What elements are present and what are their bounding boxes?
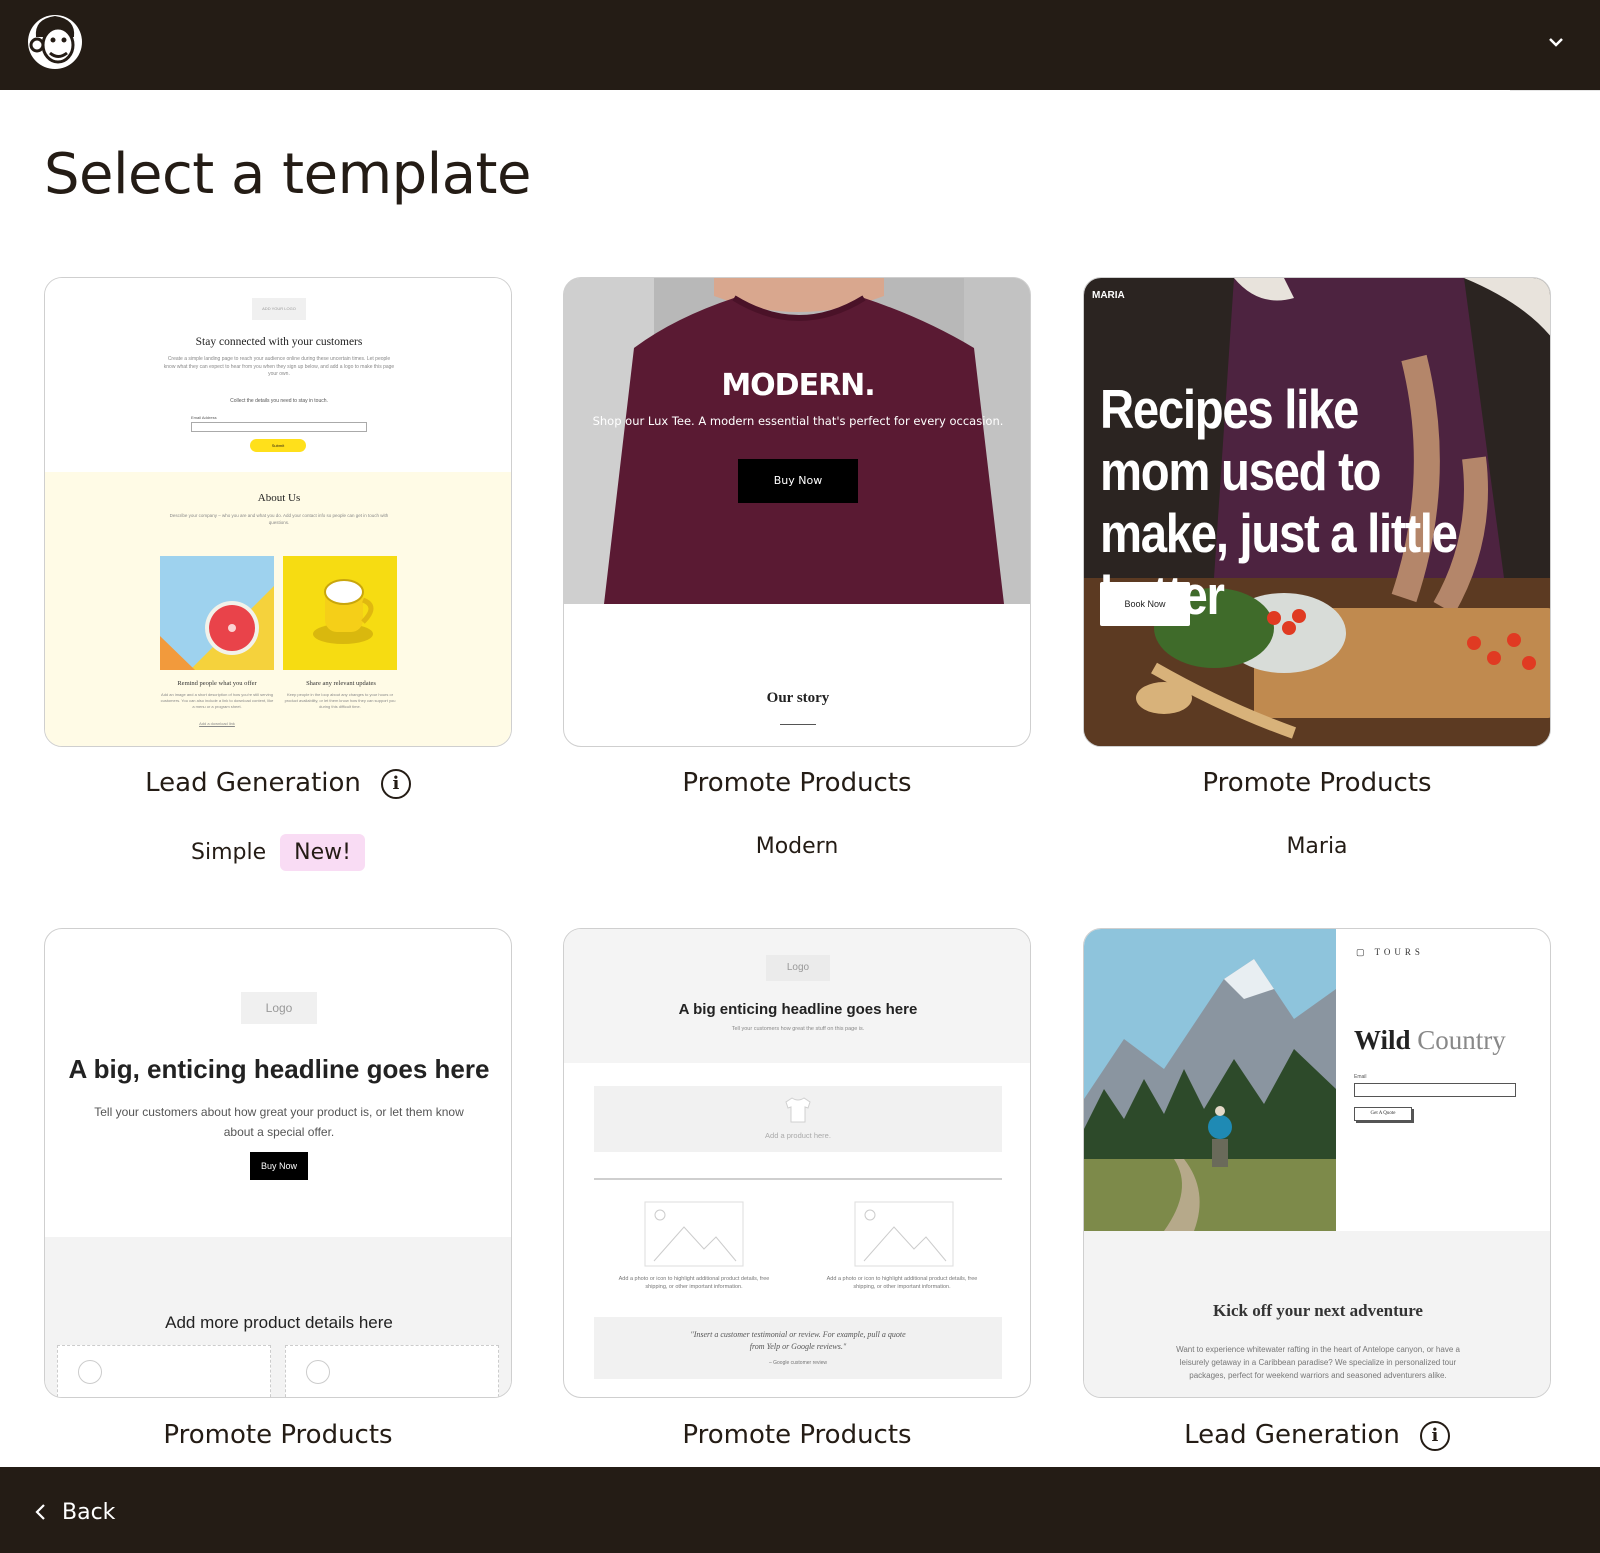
preview-subheadline: Tell your customers how great the stuff … (731, 1026, 865, 1032)
preview-subheadline: Tell your customers about how great your… (94, 1105, 464, 1139)
template-category: Lead Generation i (44, 768, 512, 799)
divider (780, 724, 816, 725)
chevron-down-icon[interactable] (1545, 31, 1567, 53)
divider (594, 1178, 1002, 1180)
new-badge: New! (280, 834, 365, 871)
preview-logo-placeholder: ADD YOUR LOGO (252, 298, 306, 320)
preview-heading: Kick off your next adventure (1213, 1301, 1423, 1320)
footer-bar (0, 1467, 1600, 1553)
page-title: Select a template (44, 142, 531, 207)
template-category: Promote Products (1202, 768, 1432, 798)
preview-header-section: Logo A big enticing headline goes here T… (564, 929, 1030, 1063)
preview-about-section: About Us Describe your company – who you… (45, 472, 511, 746)
template-category-label: Lead Generation (145, 768, 361, 798)
preview-title: Wild Country (1354, 1025, 1506, 1055)
template-category-label: Lead Generation (1184, 1420, 1400, 1450)
preview-col1-link: Add a download link (199, 721, 235, 726)
preview-email-field (1354, 1083, 1516, 1097)
preview-brand: MARIA (1092, 290, 1125, 301)
preview-body: Want to experience whitewater rafting in… (1176, 1345, 1460, 1380)
preview-details-section: Kick off your next adventure Want to exp… (1084, 1231, 1550, 1397)
template-name: Simple (191, 840, 267, 865)
template-name: Maria (1286, 834, 1348, 859)
preview-email-label: Email (1354, 1074, 1367, 1080)
preview-column-text: Add a photo or icon to highlight additio… (618, 1276, 770, 1290)
image-placeholder-icon (644, 1201, 744, 1267)
divider (1510, 90, 1600, 91)
image-placeholder-icon (306, 1360, 330, 1384)
preview-book-button: Book Now (1100, 582, 1190, 626)
template-category: Promote Products (682, 1420, 912, 1450)
preview-col2-body: Keep people in the loop about any change… (284, 692, 396, 709)
preview-headline: MODERN. (721, 368, 875, 403)
preview-heading: Stay connected with your customers (195, 336, 363, 348)
freddie-logo-icon[interactable] (22, 7, 88, 73)
preview-quote-button: Get A Quote (1354, 1107, 1412, 1121)
back-label: Back (62, 1500, 116, 1525)
preview-logo-placeholder: Logo (766, 955, 830, 981)
preview-logo-placeholder: Logo (241, 992, 317, 1024)
template-card-product-basic[interactable]: Logo A big, enticing headline goes here … (44, 928, 512, 1398)
info-icon[interactable]: i (380, 768, 411, 799)
preview-submit-button: Submit (250, 439, 306, 452)
image-placeholder-icon (78, 1360, 102, 1384)
preview-buy-button: Buy Now (250, 1152, 308, 1180)
preview-subheadline: Shop our Lux Tee. A modern essential tha… (592, 414, 1004, 428)
preview-column-text: Add a photo or icon to highlight additio… (826, 1276, 978, 1290)
preview-product-slot (285, 1345, 499, 1397)
preview-details-section: Add more product details here (45, 1237, 511, 1397)
template-card-tours[interactable]: ▢ TOURS Wild Country Email Get A Quote K… (1083, 928, 1551, 1398)
preview-body: Create a simple landing page to reach yo… (163, 356, 395, 377)
template-card-modern[interactable]: MODERN. Shop our Lux Tee. A modern essen… (563, 277, 1031, 747)
preview-product-slot (57, 1345, 271, 1397)
info-icon[interactable]: i (1419, 1420, 1450, 1451)
preview-buy-button: Buy Now (738, 459, 858, 503)
preview-email-label: Email Address (191, 415, 217, 420)
preview-story-heading: Our story (766, 690, 830, 706)
template-category: Promote Products (163, 1420, 393, 1450)
preview-headline: A big enticing headline goes here (678, 1001, 918, 1018)
preview-brand: ▢ TOURS (1356, 947, 1424, 957)
preview-email-field (191, 422, 367, 432)
template-card-maria[interactable]: MARIA Recipes like mom used to make, jus… (1083, 277, 1551, 747)
grapefruit-image (160, 556, 274, 670)
preview-product-text: Add a product here. (765, 1131, 831, 1140)
top-bar (0, 0, 1600, 90)
preview-headline: A big, enticing headline goes here (68, 1054, 490, 1084)
tshirt-model-image (564, 278, 1030, 604)
preview-col1-body: Add an image and a short description of … (160, 692, 274, 709)
preview-collect-text: Collect the details you need to stay in … (230, 398, 328, 404)
template-card-product-grid[interactable]: Logo A big enticing headline goes here T… (563, 928, 1031, 1398)
template-name-row: Simple New! (44, 834, 512, 871)
chevron-left-icon (35, 1504, 45, 1520)
image-placeholder-icon (854, 1201, 954, 1267)
preview-about-heading: About Us (257, 492, 301, 504)
mug-image (283, 556, 397, 670)
template-name: Modern (755, 834, 839, 859)
back-button[interactable]: Back (34, 1500, 115, 1525)
hiker-mountain-image (1084, 929, 1336, 1231)
tshirt-icon (785, 1097, 811, 1123)
preview-top-section: ADD YOUR LOGO Stay connected with your c… (45, 278, 511, 472)
preview-details-heading: Add more product details here (165, 1313, 393, 1332)
template-card-simple[interactable]: ADD YOUR LOGO Stay connected with your c… (44, 277, 512, 747)
preview-col2-title: Share any relevant updates (306, 680, 376, 687)
template-category: Promote Products (682, 768, 912, 798)
preview-testimonial: "Insert a customer testimonial or review… (594, 1317, 1002, 1379)
preview-quote-source: – Google customer review (768, 1360, 828, 1366)
preview-product-slot: Add a product here. (594, 1086, 1002, 1152)
template-category: Lead Generation i (1083, 1420, 1551, 1451)
preview-quote: "Insert a customer testimonial or review… (690, 1330, 906, 1351)
preview-about-body: Describe your company – who you are and … (169, 513, 389, 525)
preview-col1-title: Remind people what you offer (177, 680, 257, 687)
